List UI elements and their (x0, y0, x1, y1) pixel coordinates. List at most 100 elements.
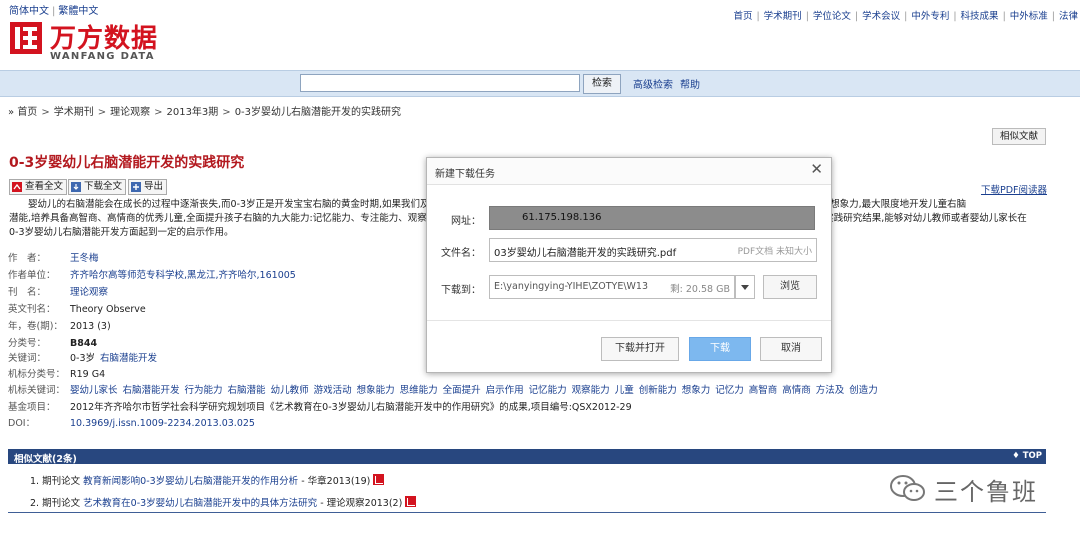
nav-theses[interactable]: 学位论文 (813, 11, 851, 22)
doi-link[interactable]: 10.3969/j.issn.1009-2234.2013.03.025 (70, 418, 255, 429)
machine-keyword-link[interactable]: 幼儿教师 (271, 385, 309, 396)
breadcrumb-issue[interactable]: 2013年3期 (166, 107, 218, 118)
filename-field[interactable]: 03岁婴幼儿右脑潜能开发的实践研究.pdf PDF文档 未知大小 (489, 238, 817, 262)
dialog-title: 新建下载任务 (435, 169, 495, 180)
help-link[interactable]: 帮助 (680, 76, 700, 91)
watermark-text: 三个鲁班 (934, 477, 1038, 506)
meta-journal-en: 英文刊名： Theory Observe (8, 304, 146, 315)
related-doc-link[interactable]: 教育新闻影响0-3岁婴幼儿右脑潜能开发的作用分析 (83, 476, 298, 487)
nav-patents[interactable]: 中外专利 (911, 11, 949, 22)
nav-standards[interactable]: 中外标准 (1010, 11, 1048, 22)
search-button[interactable]: 检索 (583, 74, 621, 94)
machine-keyword-link[interactable]: 想象能力 (357, 385, 395, 396)
breadcrumb-arrow-icon: » (8, 107, 15, 118)
machine-keyword-link[interactable]: 启示作用 (486, 385, 524, 396)
machine-keyword-link[interactable]: 观察能力 (572, 385, 610, 396)
back-to-top-link[interactable]: ♦ TOP (1012, 451, 1042, 461)
machine-keyword-link[interactable]: 游戏活动 (314, 385, 352, 396)
path-dropdown[interactable] (735, 275, 755, 299)
nav-journals[interactable]: 学术期刊 (764, 11, 802, 22)
cancel-button[interactable]: 取消 (760, 337, 822, 361)
pdf-icon (12, 182, 22, 192)
related-docs-header: 相似文献(2条) ♦ TOP (8, 449, 1046, 465)
machine-keyword-link[interactable]: 全面提升 (443, 385, 481, 396)
nav-law[interactable]: 法律 (1059, 11, 1078, 22)
affiliation-link[interactable]: 齐齐哈尔高等师范专科学校,黑龙江,齐齐哈尔,161005 (70, 270, 296, 281)
export-button[interactable]: 导出 (128, 179, 168, 195)
abstract-line-3: 0-3岁婴幼儿右脑潜能开发方面起到一定的启示作用。 (9, 227, 234, 238)
machine-keyword-link[interactable]: 记忆力 (715, 385, 744, 396)
pdf-icon[interactable] (405, 496, 417, 507)
meta-doi: DOI： 10.3969/j.issn.1009-2234.2013.03.025 (8, 418, 255, 429)
free-space: 剩: 20.58 GB (670, 284, 730, 295)
machine-keyword-link[interactable]: 高智商 (749, 385, 778, 396)
machine-keyword-link[interactable]: 方法及 (816, 385, 845, 396)
meta-author: 作 者： 王冬梅 (8, 253, 99, 264)
url-field[interactable]: 61.175.198.136 (489, 206, 815, 230)
breadcrumb-journals[interactable]: 学术期刊 (54, 107, 94, 118)
abstract-line-2-tail: 的实践研究结果,能够对幼儿教师或者婴幼儿家长在 (814, 213, 1027, 224)
lang-traditional-link[interactable]: 繁體中文 (58, 6, 98, 17)
meta-machine-keywords: 机标关键词： 婴幼儿家长 右脑潜能开发 行为能力 右脑潜能 幼儿教师 游戏活动 想象能力 思维能… (8, 385, 878, 396)
browse-button[interactable]: 浏览 (763, 275, 817, 299)
download-and-open-button[interactable]: 下载并打开 (601, 337, 679, 361)
meta-affiliation: 作者单位： 齐齐哈尔高等师范专科学校,黑龙江,齐齐哈尔,161005 (8, 270, 296, 281)
download-fulltext-button[interactable]: 下载全文 (68, 179, 127, 195)
pdf-icon[interactable] (373, 474, 385, 485)
abstract-line-2: 潜能,培养具备高智商、高情商的优秀儿童,全面提升孩子右脑的九大能力:记忆能力、专… (9, 213, 427, 224)
list-item: 1. 期刊论文 教育新闻影响0-3岁婴幼儿右脑潜能开发的作用分析 - 华章201… (30, 473, 385, 487)
breadcrumb-current: 0-3岁婴幼儿右脑潜能开发的实践研究 (234, 107, 402, 118)
nav-conferences[interactable]: 学术会议 (862, 11, 900, 22)
chevron-down-icon (741, 285, 749, 290)
keyword-link[interactable]: 右脑潜能开发 (100, 353, 157, 364)
abstract-line-1: 婴幼儿的右脑潜能会在成长的过程中逐渐丧失,而0-3岁正是开发宝宝右脑的黄金时期,… (28, 199, 440, 210)
wechat-icon (890, 475, 925, 501)
search-bar: 检索 高级检索 帮助 (0, 70, 1080, 97)
meta-year-issue: 年，卷(期)： 2013 (3) (8, 321, 111, 332)
download-dialog: 新建下载任务 ✕ 网址： 61.175.198.136 文件名： 03岁婴幼儿右… (426, 157, 832, 373)
meta-keywords: 关键词： 0-3岁 右脑潜能开发 (8, 353, 158, 364)
machine-keyword-link[interactable]: 想象力 (682, 385, 711, 396)
language-switcher: 简体中文 | 繁體中文 (9, 6, 99, 17)
url-label: 网址： (451, 216, 481, 227)
machine-keyword-link[interactable]: 记忆能力 (529, 385, 567, 396)
nav-home[interactable]: 首页 (733, 11, 752, 22)
download-button[interactable]: 下载 (689, 337, 751, 361)
lang-simplified-link[interactable]: 简体中文 (9, 6, 49, 17)
search-input[interactable] (300, 74, 580, 92)
keyword-link[interactable]: 0-3岁 (70, 353, 95, 364)
related-docs-button[interactable]: 相似文献 (992, 128, 1046, 145)
meta-class-no: 分类号： B844 (8, 338, 98, 349)
breadcrumb-journal[interactable]: 理论观察 (110, 107, 150, 118)
logo-text-en: WANFANG DATA (50, 51, 155, 62)
breadcrumb-home[interactable]: 首页 (17, 107, 37, 118)
page-title: 0-3岁婴幼儿右脑潜能开发的实践研究 (9, 155, 245, 171)
machine-keyword-link[interactable]: 儿童 (615, 385, 634, 396)
machine-keyword-link[interactable]: 高情商 (782, 385, 811, 396)
dialog-header: 新建下载任务 ✕ (427, 158, 831, 185)
close-icon[interactable]: ✕ (810, 162, 823, 177)
machine-keyword-link[interactable]: 婴幼儿家长 (70, 385, 118, 396)
machine-keyword-link[interactable]: 创造力 (849, 385, 878, 396)
machine-keyword-link[interactable]: 右脑潜能开发 (123, 385, 180, 396)
machine-keyword-link[interactable]: 行为能力 (185, 385, 223, 396)
divider (8, 512, 1046, 513)
path-label: 下载到： (441, 285, 481, 296)
advanced-search-link[interactable]: 高级检索 (633, 76, 673, 91)
machine-keyword-link[interactable]: 创新能力 (639, 385, 677, 396)
journal-link[interactable]: 理论观察 (70, 287, 108, 298)
logo-text-cn: 万方数据 (50, 24, 159, 54)
machine-keyword-link[interactable]: 思维能力 (400, 385, 438, 396)
top-nav: 首页 | 学术期刊 | 学位论文 | 学术会议 | 中外专利 | 科技成果 | 中外标准 | 法律 (733, 11, 1078, 22)
meta-fund: 基金项目： 2012年齐齐哈尔市哲学社会科学研究规划项目《艺术教育在0-3岁婴幼儿… (8, 402, 632, 413)
nav-achievements[interactable]: 科技成果 (961, 11, 999, 22)
export-icon (131, 182, 141, 192)
view-fulltext-button[interactable]: 查看全文 (9, 179, 68, 195)
author-link[interactable]: 王冬梅 (70, 253, 99, 264)
pdf-reader-link[interactable]: 下载PDF阅读器 (981, 182, 1047, 196)
meta-machine-class: 机标分类号： R19 G4 (8, 369, 106, 380)
meta-journal: 刊 名： 理论观察 (8, 287, 109, 298)
download-path-field[interactable]: E:\yanyingying-YIHE\ZOTYE\W13 剩: 20.58 G… (489, 275, 735, 299)
related-doc-link[interactable]: 艺术教育在0-3岁婴幼儿右脑潜能开发中的具体方法研究 (83, 498, 317, 509)
machine-keyword-link[interactable]: 右脑潜能 (228, 385, 266, 396)
